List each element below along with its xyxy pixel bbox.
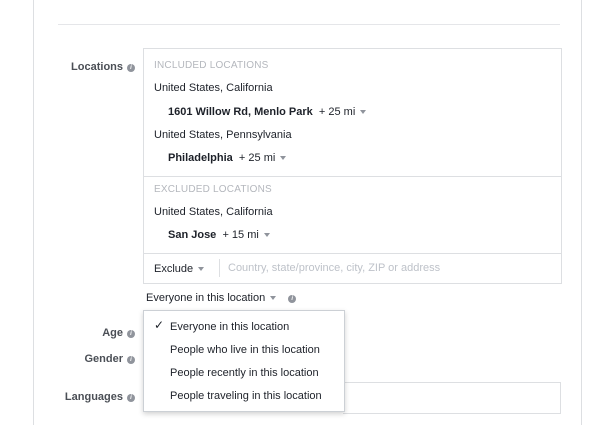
checkmark-icon: ✓ bbox=[154, 318, 165, 332]
menu-item-everyone[interactable]: ✓ Everyone in this location bbox=[144, 317, 344, 337]
included-city-2-name: Philadelphia bbox=[168, 152, 233, 164]
locations-label: Locations i bbox=[40, 61, 135, 73]
menu-item-live[interactable]: People who live in this location bbox=[144, 340, 344, 360]
included-locations-header: INCLUDED LOCATIONS bbox=[154, 60, 269, 71]
location-type-menu: ✓ Everyone in this location People who l… bbox=[143, 310, 345, 412]
excluded-city-1[interactable]: San Jose + 15 mi bbox=[168, 229, 270, 241]
search-separator bbox=[219, 259, 220, 277]
section-divider bbox=[58, 24, 560, 25]
excluded-city-1-radius: + 15 mi bbox=[222, 229, 259, 241]
included-city-2[interactable]: Philadelphia + 25 mi bbox=[168, 152, 287, 164]
included-city-2-radius: + 25 mi bbox=[238, 152, 276, 164]
locations-box: INCLUDED LOCATIONS United States, Califo… bbox=[143, 48, 562, 284]
include-exclude-dropdown[interactable]: Exclude bbox=[154, 263, 205, 275]
included-region-1: United States, California bbox=[154, 82, 273, 94]
triangle-down-icon[interactable] bbox=[270, 296, 277, 300]
info-icon[interactable]: i bbox=[288, 295, 297, 303]
locations-label-text: Locations bbox=[71, 61, 123, 73]
menu-item-label: People who live in this location bbox=[170, 344, 320, 356]
info-icon[interactable]: i bbox=[127, 394, 135, 402]
include-exclude-label: Exclude bbox=[154, 263, 194, 275]
menu-item-recent[interactable]: People recently in this location bbox=[144, 363, 344, 383]
menu-item-traveling[interactable]: People traveling in this location bbox=[144, 386, 344, 406]
included-excluded-divider bbox=[144, 176, 561, 177]
menu-item-label: People recently in this location bbox=[170, 367, 319, 379]
age-label-text: Age bbox=[102, 327, 123, 339]
gender-label: Gender i bbox=[40, 353, 135, 365]
age-label: Age i bbox=[40, 327, 135, 339]
menu-item-label: Everyone in this location bbox=[170, 321, 290, 333]
excluded-city-1-name: San Jose bbox=[168, 229, 217, 241]
languages-label: Languages i bbox=[40, 391, 135, 403]
search-divider bbox=[144, 253, 561, 254]
included-city-1-radius: + 25 mi bbox=[318, 106, 356, 118]
info-icon[interactable]: i bbox=[127, 64, 135, 72]
included-city-1-name: 1601 Willow Rd, Menlo Park bbox=[168, 106, 313, 118]
radius-dropdown-icon[interactable] bbox=[360, 110, 367, 114]
location-search-input[interactable] bbox=[228, 259, 548, 277]
radius-dropdown-icon[interactable] bbox=[280, 156, 287, 160]
excluded-locations-header: EXCLUDED LOCATIONS bbox=[154, 184, 272, 195]
info-icon[interactable]: i bbox=[127, 330, 135, 338]
included-city-1[interactable]: 1601 Willow Rd, Menlo Park + 25 mi bbox=[168, 106, 367, 118]
info-icon[interactable]: i bbox=[127, 356, 135, 364]
languages-label-text: Languages bbox=[64, 391, 123, 403]
gender-label-text: Gender bbox=[84, 353, 123, 365]
menu-item-label: People traveling in this location bbox=[170, 390, 322, 402]
excluded-region-1: United States, California bbox=[154, 206, 273, 218]
radius-dropdown-icon[interactable] bbox=[263, 233, 270, 237]
triangle-down-icon bbox=[198, 267, 205, 271]
location-type-selector[interactable]: Everyone in this location i bbox=[146, 292, 297, 304]
languages-input[interactable] bbox=[343, 382, 561, 414]
included-region-2: United States, Pennsylvania bbox=[154, 129, 292, 141]
location-type-selected: Everyone in this location bbox=[146, 292, 266, 304]
